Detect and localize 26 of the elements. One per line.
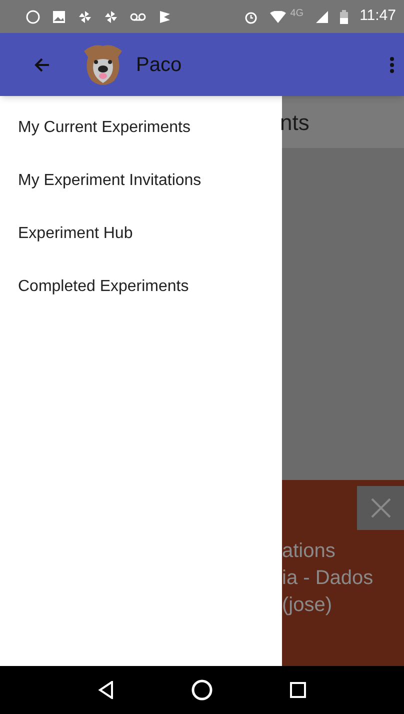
voicemail-icon [130, 12, 146, 22]
drawer-item[interactable]: My Current Experiments [0, 101, 282, 154]
card-text: ia - Dados [282, 566, 374, 591]
drawer-item[interactable]: Completed Experiments [0, 260, 282, 313]
image-icon [52, 10, 66, 24]
notification-icon [26, 10, 40, 24]
home-icon[interactable] [190, 679, 213, 701]
card-text: (jose) [282, 593, 334, 618]
app-title: Paco [136, 52, 182, 78]
signal-icon [316, 10, 328, 22]
back-arrow-icon[interactable] [34, 58, 50, 72]
back-icon[interactable] [98, 681, 114, 699]
clock: 11:47 [360, 6, 396, 26]
recents-icon[interactable] [290, 682, 306, 698]
alarm-icon [244, 10, 258, 24]
pinwheel-icon [78, 10, 92, 24]
more-options-icon[interactable] [390, 56, 394, 72]
network-label: 4G [290, 7, 304, 21]
battery-icon [340, 10, 348, 24]
pinwheel-icon [104, 10, 118, 24]
flag-icon [158, 10, 172, 24]
drawer-item[interactable]: My Experiment Invitations [0, 154, 282, 207]
drawer-item[interactable]: Experiment Hub [0, 207, 282, 260]
close-icon [370, 497, 392, 519]
card-text: ations [282, 539, 336, 564]
wifi-icon [270, 10, 286, 22]
